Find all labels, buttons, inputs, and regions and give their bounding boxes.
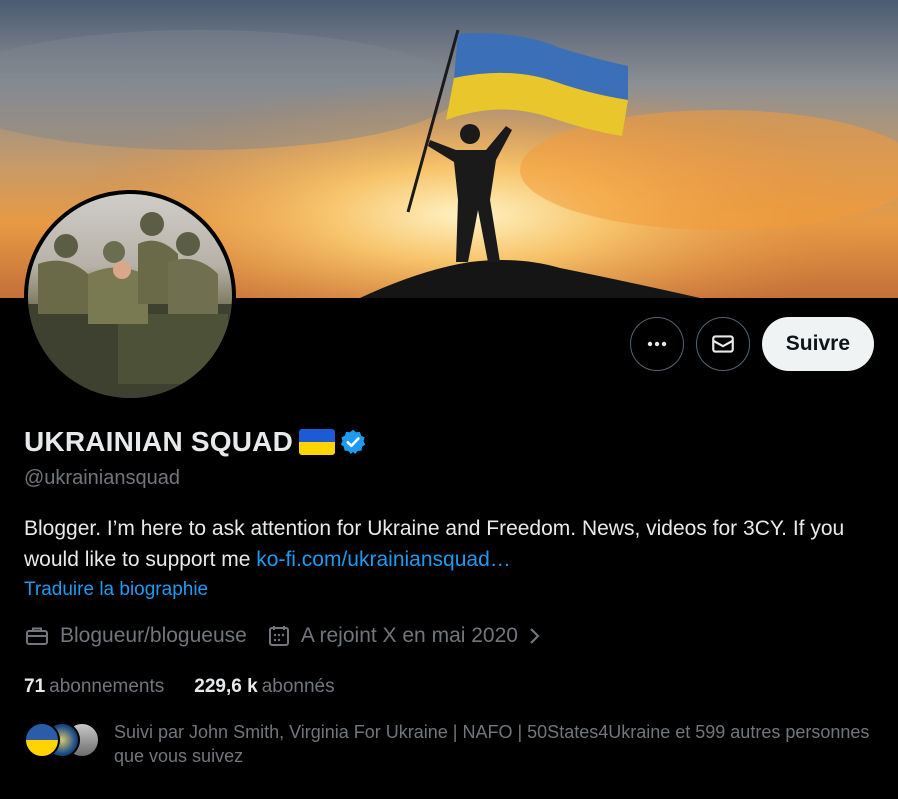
follower-avatars [24, 722, 102, 758]
following-label: abonnements [49, 676, 165, 697]
translate-bio-link[interactable]: Traduire la biographie [24, 579, 208, 601]
followers-label: abonnés [261, 676, 335, 697]
display-name: UKRAINIAN SQUAD [24, 426, 293, 457]
followed-by-text: Suivi par John Smith, Virginia For Ukrai… [114, 722, 870, 766]
followers-stat[interactable]: 229,6 k abonnés [194, 676, 334, 698]
chevron-right-icon [530, 628, 540, 644]
profile-avatar[interactable] [24, 190, 236, 402]
following-stat[interactable]: 71 abonnements [24, 676, 164, 698]
avatar-image [28, 194, 232, 398]
display-name-row: UKRAINIAN SQUAD [24, 426, 367, 458]
briefcase-icon [26, 627, 48, 645]
follower-avatar [24, 722, 60, 758]
follow-stats: 71 abonnements 229,6 k abonnés [24, 676, 365, 698]
more-button[interactable] [629, 317, 684, 371]
profile-handle: @ukrainiansquad [24, 467, 180, 489]
joined-label: A rejoint X en mai 2020 [300, 624, 518, 647]
joined-item[interactable]: A rejoint X en mai 2020 [267, 624, 542, 648]
followers-count: 229,6 k [194, 676, 258, 697]
more-dots-icon [647, 341, 666, 347]
category-label: Blogueur/blogueuse [60, 624, 247, 647]
message-button[interactable] [695, 317, 750, 371]
profile-meta: Blogueur/blogueuse A rejoint X en mai 20… [24, 624, 562, 648]
ukraine-flag-icon [299, 429, 335, 455]
category-item: Blogueur/blogueuse [24, 624, 247, 648]
profile-actions: Suivre [629, 317, 874, 371]
follow-button[interactable]: Suivre [761, 317, 874, 371]
bio-link[interactable]: ko-fi.com/ukrainiansquad… [256, 548, 510, 571]
profile-bio: Blogger. I’m here to ask attention for U… [24, 513, 884, 575]
verified-badge-icon[interactable] [339, 428, 367, 456]
followed-by-section[interactable]: Suivi par John Smith, Virginia For Ukrai… [24, 720, 874, 768]
following-count: 71 [24, 676, 46, 697]
envelope-icon [711, 335, 734, 353]
calendar-icon [268, 626, 289, 646]
